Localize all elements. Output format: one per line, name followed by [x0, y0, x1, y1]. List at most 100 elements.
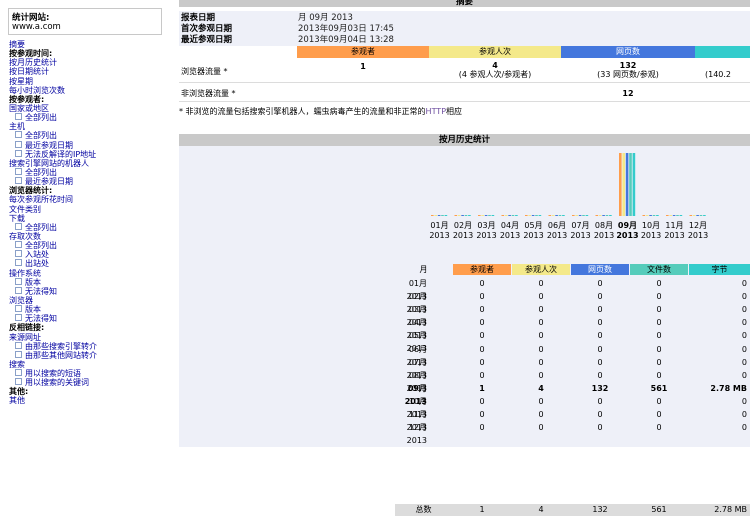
nav-sub-8[interactable]: 全部列出	[9, 113, 97, 122]
bar-6-2	[578, 215, 582, 216]
nav-link-13[interactable]: 搜索引擎网站的机器人	[9, 159, 97, 168]
table-cell: 0	[741, 279, 747, 288]
bar-5-0	[548, 215, 552, 216]
table-cell: 0	[479, 305, 485, 315]
bar-5-3	[558, 215, 562, 216]
nav-link-4[interactable]: 按星期	[9, 77, 97, 86]
nav-head-31: 反相链接:	[9, 323, 97, 332]
nav-link-35[interactable]: 搜索	[9, 360, 97, 369]
bar-9-2	[649, 215, 652, 216]
table-cell: 0	[538, 396, 544, 406]
nav-link-25[interactable]: 操作系统	[9, 269, 97, 278]
table-row-month: 09月 2013	[404, 383, 427, 406]
bar-3-3	[511, 215, 515, 216]
table-cell: 0	[656, 423, 662, 433]
nav-link-21[interactable]: 存取次数	[9, 232, 97, 241]
bar-6-4	[585, 215, 589, 216]
x-tick-month: 10月	[642, 221, 660, 230]
nav-sub-23[interactable]: 入站处	[9, 250, 97, 259]
total-label: 总数	[415, 505, 432, 514]
nav-link-32[interactable]: 来源网址	[9, 333, 97, 342]
nav-sub-11[interactable]: 最近参观日期	[9, 140, 97, 150]
nav-label: 反相链接:	[9, 323, 45, 333]
nav-sub-30[interactable]: 无法得知	[9, 314, 97, 323]
nav-sub-33[interactable]: 由那些搜索引擎转介	[9, 341, 97, 351]
bar-8-3	[629, 153, 632, 216]
col-header-visits: 参观人次	[512, 264, 570, 275]
nav-link-39[interactable]: 其他	[9, 396, 97, 405]
x-tick-month: 07月	[571, 221, 589, 230]
bar-3-4	[515, 215, 518, 216]
nav-link-17[interactable]: 每次参观所花时间	[9, 195, 97, 204]
nav-sub-27[interactable]: 无法得知	[9, 286, 97, 296]
nav-sub-10[interactable]: 全部列出	[9, 131, 97, 140]
table-cell: 0	[597, 396, 603, 406]
nav-link-18[interactable]: 文件类别	[9, 205, 97, 214]
table-cell: 0	[741, 410, 747, 419]
bar-2-3	[488, 215, 491, 216]
nav-sub-22[interactable]: 全部列出	[9, 241, 97, 250]
bar-10-1	[669, 215, 672, 216]
nav-label: 全部列出	[25, 222, 57, 232]
x-tick-year: 2013	[594, 231, 614, 240]
doc-icon	[15, 177, 22, 185]
x-tick-year: 2013	[453, 231, 473, 240]
col-header-visitors: 参观者	[453, 264, 511, 275]
viewed-visitors: 1	[360, 62, 366, 71]
bar-3-0	[501, 215, 505, 216]
doc-icon	[15, 341, 22, 349]
bar-7-1	[598, 215, 602, 216]
doc-icon	[15, 250, 22, 258]
nav-label: 全部列出	[25, 131, 57, 141]
nav-sub-37[interactable]: 用以搜索的关键词	[9, 378, 97, 387]
bar-10-0	[666, 215, 669, 216]
table-cell: 0	[597, 292, 603, 302]
bar-7-3	[605, 215, 609, 216]
nav-sub-15[interactable]: 最近参观日期	[9, 177, 97, 186]
table-cell: 0	[741, 396, 747, 406]
doc-icon	[15, 305, 22, 313]
nav-sub-14[interactable]: 全部列出	[9, 167, 97, 177]
doc-icon	[15, 378, 22, 386]
nav-link-3[interactable]: 按日期统计	[9, 67, 97, 76]
x-tick-month: 01月	[430, 221, 448, 230]
nav-label: 操作系统	[9, 268, 41, 278]
monthly-history-section: 按月历史统计 01月 2013 02月 2013 03月 2013 04月 2013 05月 20…	[179, 134, 750, 516]
doc-icon	[15, 314, 22, 322]
bar-11-0	[689, 215, 693, 216]
nav-sub-26[interactable]: 版本	[9, 277, 97, 287]
nav-label: 按参观者:	[9, 94, 45, 104]
bar-2-4	[491, 215, 495, 216]
nav-label: 由那些搜索引擎转介	[25, 341, 97, 351]
bar-11-1	[692, 215, 696, 216]
table-cell: 0	[597, 318, 603, 328]
table-row-month: 07月 2013	[406, 357, 427, 380]
table-cell: 4	[538, 383, 544, 393]
table-cell: 0	[479, 357, 485, 367]
nav-link-19[interactable]: 下载	[9, 214, 97, 223]
x-tick-year: 2013	[664, 231, 684, 240]
viewed-visits-sub: (4 参观人次/参观者)	[458, 70, 532, 79]
doc-icon	[15, 241, 22, 249]
nav-link-7[interactable]: 国家或地区	[9, 104, 97, 113]
bar-10-4	[679, 215, 683, 216]
nav-link-28[interactable]: 浏览器	[9, 296, 97, 305]
table-cell: 561	[650, 383, 668, 393]
nav-sub-36[interactable]: 用以搜索的短语	[9, 369, 97, 378]
summary-title: 摘要	[179, 0, 750, 7]
nav-label: 按月历史统计	[9, 58, 57, 68]
table-cell: 0	[741, 423, 747, 433]
nav-label: 版本	[25, 277, 41, 287]
total-visits: 4	[538, 505, 544, 514]
traffic-footnote: * 非浏览的流量包括搜索引擎机器人，蠕虫病毒产生的流量和非正常的HTTP相应	[179, 106, 462, 117]
nav-link-0[interactable]: 摘要	[9, 40, 97, 49]
nav-sub-12[interactable]: 无法反解译的IP地址	[9, 149, 97, 159]
nav-sub-20[interactable]: 全部列出	[9, 222, 97, 232]
nav-sub-29[interactable]: 版本	[9, 305, 97, 314]
nav-sub-34[interactable]: 由那些其他网站转介	[9, 350, 97, 360]
nav-link-5[interactable]: 每小时浏览次数	[9, 86, 97, 95]
nav-sub-24[interactable]: 出站处	[9, 259, 97, 268]
bar-9-1	[645, 215, 649, 216]
total-pages: 132	[592, 505, 608, 514]
last-visit-value: 2013年09月04日 13:28	[298, 35, 394, 45]
